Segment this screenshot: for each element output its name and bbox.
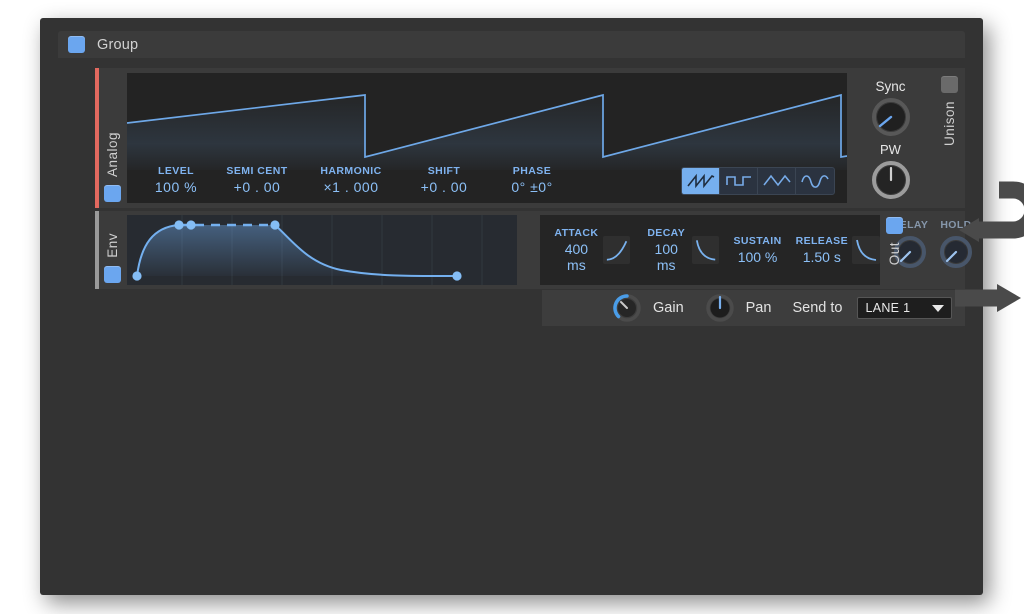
decay-label: DECAY [647,227,686,239]
waveform-selector [681,167,835,195]
send-to-label: Send to [792,300,843,316]
output-bar: Gain Pan Send to LANE 1 [542,290,965,326]
param-harmonic[interactable]: HARMONIC ×1 . 000 [301,165,401,195]
out-label: Out [886,242,902,266]
param-shift-label: SHIFT [427,165,461,177]
sync-knob-label: Sync [875,79,906,94]
attack-value: 400 ms [564,241,589,273]
param-phase-label: PHASE [512,165,552,177]
param-semi-cent-value: +0 . 00 [233,179,281,195]
attack-label: ATTACK [554,227,599,239]
env-module: Env ATTACK 400 ms DECAY 100 ms SUSTAIN 1… [95,211,972,289]
arrow-right-icon [997,284,1021,312]
envelope-display[interactable] [127,215,517,285]
gain-label: Gain [653,300,684,316]
pw-knob[interactable] [869,160,913,200]
arrow-loop-left-icon [959,218,979,242]
param-phase[interactable]: PHASE 0° ±0° [487,165,577,195]
sustain-label: SUSTAIN [733,235,782,247]
oscilloscope-display: LEVEL 100 % SEMI CENT +0 . 00 HARMONIC ×… [127,73,847,203]
env-side-rail: Env [99,211,125,289]
sawtooth-icon [686,173,714,189]
waveform-triangle-button[interactable] [758,168,796,194]
release-label: RELEASE [795,235,848,247]
sync-pw-column: Sync PW [853,73,928,203]
pan-label: Pan [745,300,772,316]
send-to-dropdown[interactable]: LANE 1 [857,297,953,319]
adsr-release[interactable]: RELEASE 1.50 s [796,235,880,265]
screenshot-root: Group Analog LEVEL 100 % SEMI CENT +0 . … [0,0,1024,614]
adsr-decay[interactable]: DECAY 100 ms [644,227,720,273]
chevron-down-icon [932,305,945,312]
pw-knob-label: PW [880,142,901,157]
waveform-sine-button[interactable] [796,168,834,194]
gain-knob[interactable] [610,293,644,323]
decay-curve-icon[interactable] [692,236,720,264]
square-icon [725,176,751,186]
param-level-value: 100 % [154,179,198,195]
group-enable-toggle[interactable] [68,36,85,53]
env-module-label: Env [104,233,120,258]
param-semi-cent-label: SEMI CENT [226,165,288,177]
out-rail: Out [880,211,908,289]
triangle-icon [762,174,791,187]
release-value: 1.50 s [802,249,841,265]
param-harmonic-value: ×1 . 000 [323,179,379,195]
release-curve-icon[interactable] [852,236,880,264]
sustain-value: 100 % [737,249,778,265]
param-shift-value: +0 . 00 [420,179,468,195]
send-to-value: LANE 1 [865,301,911,315]
adsr-attack[interactable]: ATTACK 400 ms [554,227,631,273]
analog-side-rail: Analog [99,68,125,208]
out-enable-toggle[interactable] [885,217,903,234]
param-level[interactable]: LEVEL 100 % [139,165,213,195]
decay-value: 100 ms [654,241,678,273]
param-harmonic-label: HARMONIC [320,165,382,177]
adsr-controls-row: ATTACK 400 ms DECAY 100 ms SUSTAIN 100 %… [540,215,880,285]
param-phase-value: 0° ±0° [511,179,553,195]
env-enable-toggle[interactable] [103,266,121,283]
sync-knob[interactable] [869,97,913,137]
pan-knob[interactable] [703,293,737,323]
synth-device-panel: Group Analog LEVEL 100 % SEMI CENT +0 . … [40,18,1024,595]
adsr-sustain[interactable]: SUSTAIN 100 % [733,235,781,265]
group-title: Group [97,36,139,53]
waveform-sawtooth-button[interactable] [682,168,720,194]
routing-arrows [955,181,1024,312]
group-header: Group [58,31,965,58]
analog-enable-toggle[interactable] [103,185,121,202]
analog-module-label: Analog [104,131,120,177]
unison-enable-toggle[interactable] [940,76,958,93]
sine-icon [801,175,829,188]
attack-curve-icon[interactable] [602,236,631,264]
param-semi-cent[interactable]: SEMI CENT +0 . 00 [213,165,301,195]
param-level-label: LEVEL [157,165,195,177]
adsr-envelope-graph [132,215,483,285]
waveform-square-button[interactable] [720,168,758,194]
analog-module: Analog LEVEL 100 % SEMI CENT +0 . 00 HAR… [95,68,965,208]
param-shift[interactable]: SHIFT +0 . 00 [401,165,487,195]
sawtooth-waveform-icon [127,93,847,170]
unison-label: Unison [941,101,957,147]
